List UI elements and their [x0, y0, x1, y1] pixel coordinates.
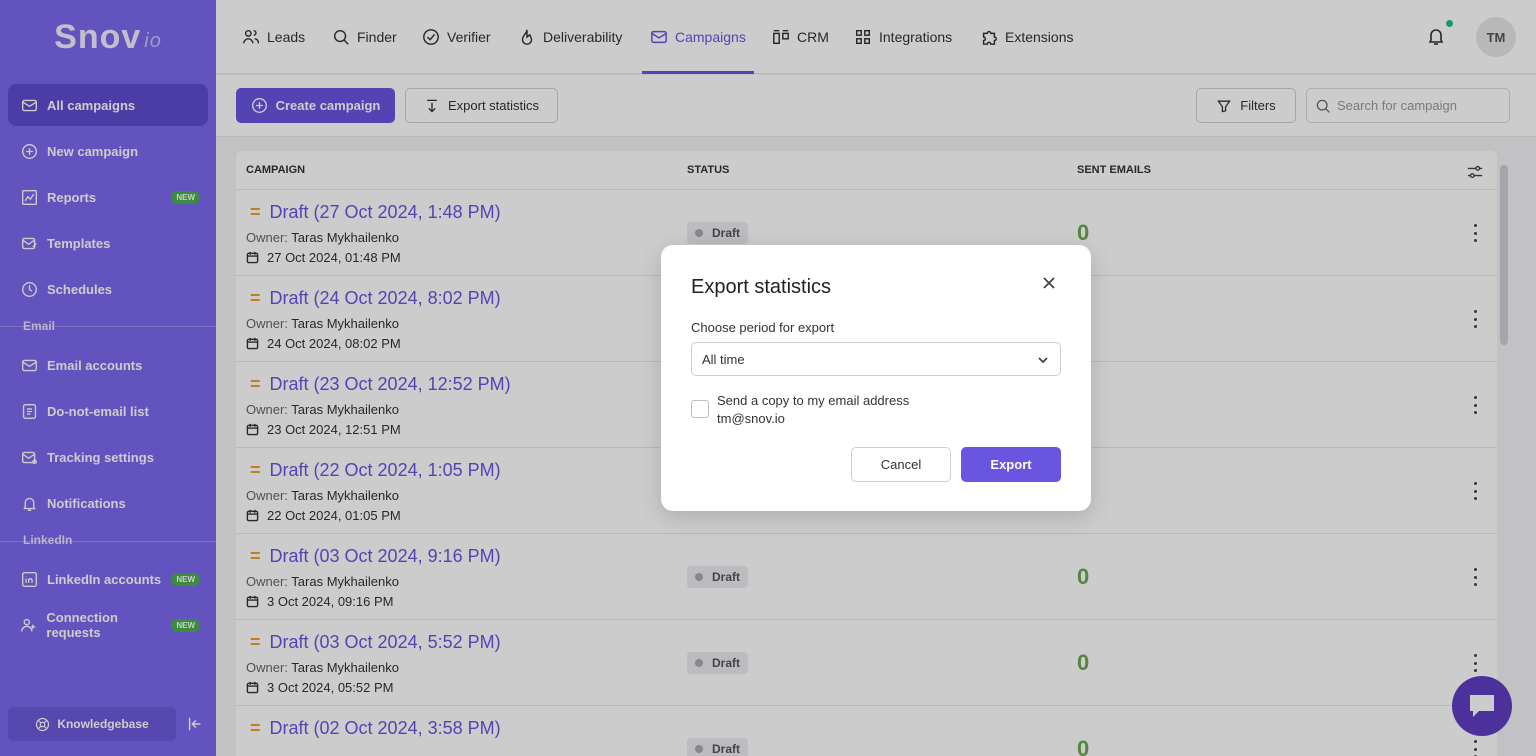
close-icon[interactable]: [1039, 273, 1059, 293]
chevron-down-icon: [1038, 357, 1048, 364]
period-label: Choose period for export: [691, 320, 835, 335]
period-select-value: All time: [702, 351, 745, 367]
export-button[interactable]: Export: [961, 447, 1061, 482]
cancel-button[interactable]: Cancel: [851, 447, 951, 482]
send-copy-label[interactable]: Send a copy to my email address tm@snov.…: [717, 392, 909, 428]
period-select[interactable]: All time: [691, 342, 1061, 376]
send-copy-checkbox[interactable]: [691, 400, 709, 418]
export-statistics-modal: Export statistics Choose period for expo…: [661, 245, 1091, 511]
send-copy-email: tm@snov.io: [717, 411, 785, 426]
send-copy-text: Send a copy to my email address: [717, 393, 910, 408]
modal-title: Export statistics: [691, 276, 832, 298]
